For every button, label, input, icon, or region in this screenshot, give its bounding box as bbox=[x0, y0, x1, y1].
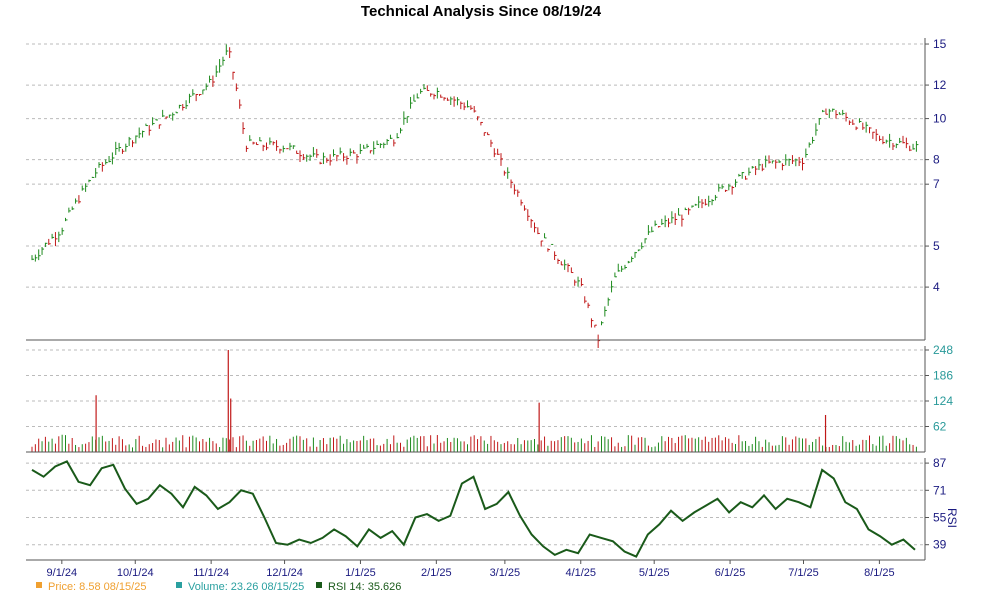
x-tick-label: 5/1/25 bbox=[639, 567, 670, 579]
price-tick-label: 5 bbox=[933, 239, 940, 253]
x-tick-label: 2/1/25 bbox=[421, 567, 452, 579]
volume-grid bbox=[26, 349, 925, 427]
rsi-axis: 39 55 71 87 bbox=[925, 456, 947, 552]
volume-tick-label: 186 bbox=[933, 369, 953, 383]
x-tick-label: 7/1/25 bbox=[788, 567, 819, 579]
legend-label: Price: 8.58 08/15/25 bbox=[48, 581, 146, 593]
x-tick-label: 10/1/24 bbox=[117, 567, 154, 579]
x-tick-label: 6/1/25 bbox=[715, 567, 746, 579]
rsi-line bbox=[31, 460, 916, 558]
price-tick-label: 15 bbox=[933, 37, 947, 51]
price-tick-label: 12 bbox=[933, 78, 947, 92]
rsi-tick-label: 55 bbox=[933, 511, 947, 525]
legend-swatch bbox=[316, 582, 322, 588]
x-tick-label: 4/1/25 bbox=[565, 567, 596, 579]
rsi-axis-label: RSI bbox=[945, 508, 959, 528]
price-grid bbox=[26, 43, 925, 288]
price-axis: 4 5 7 8 10 12 15 bbox=[925, 37, 947, 294]
legend: Price: 8.58 08/15/25 Volume: 23.26 08/15/… bbox=[36, 581, 401, 593]
x-axis: 9/1/24 10/1/24 11/1/24 12/1/24 1/1/25 2/1/25 3… bbox=[47, 560, 895, 579]
volume-tick-label: 248 bbox=[933, 343, 953, 357]
x-tick-label: 1/1/25 bbox=[345, 567, 376, 579]
x-tick-label: 8/1/25 bbox=[864, 567, 895, 579]
legend-swatch bbox=[176, 582, 182, 588]
chart-title: Technical Analysis Since 08/19/24 bbox=[361, 3, 602, 20]
price-tick-label: 8 bbox=[933, 153, 940, 167]
price-tick-label: 7 bbox=[933, 177, 940, 191]
legend-swatch bbox=[36, 582, 42, 588]
rsi-grid bbox=[26, 462, 925, 546]
legend-label: RSI 14: 35.626 bbox=[328, 581, 401, 593]
price-tick-label: 4 bbox=[933, 280, 940, 294]
price-bars bbox=[31, 44, 919, 348]
legend-label: Volume: 23.26 08/15/25 bbox=[188, 581, 304, 593]
x-tick-label: 9/1/24 bbox=[47, 567, 78, 579]
volume-tick-label: 62 bbox=[933, 420, 947, 434]
rsi-tick-label: 87 bbox=[933, 456, 947, 470]
x-tick-label: 11/1/24 bbox=[193, 567, 229, 579]
price-tick-label: 10 bbox=[933, 112, 947, 126]
volume-tick-label: 124 bbox=[933, 394, 953, 408]
rsi-tick-label: 39 bbox=[933, 538, 947, 552]
rsi-tick-label: 71 bbox=[933, 483, 947, 497]
x-tick-label: 12/1/24 bbox=[266, 567, 303, 579]
technical-analysis-chart: Technical Analysis Since 08/19/24 4 5 7 8 10… bbox=[26, 3, 959, 593]
volume-axis: 62 124 186 248 bbox=[925, 343, 953, 434]
x-tick-label: 3/1/25 bbox=[490, 567, 521, 579]
